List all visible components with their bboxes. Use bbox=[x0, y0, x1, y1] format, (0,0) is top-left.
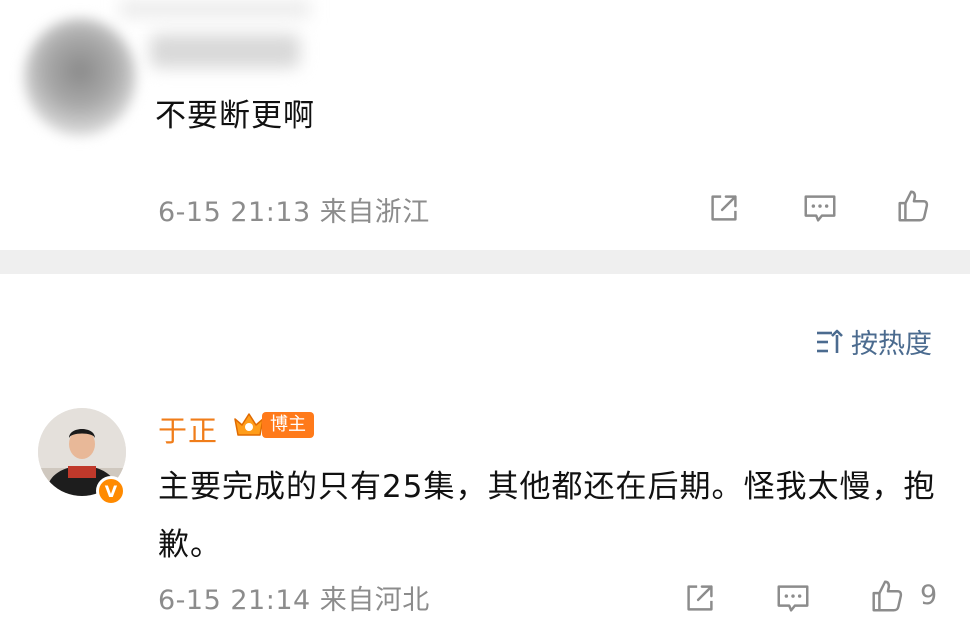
share-button[interactable] bbox=[680, 578, 720, 618]
section-divider bbox=[0, 250, 970, 274]
author-name-blurred[interactable] bbox=[150, 34, 300, 68]
badge-label: 博主 bbox=[262, 412, 314, 438]
sort-icon bbox=[817, 329, 843, 353]
comment-item: 不要断更啊 6-15 21:13 来自浙江 bbox=[0, 0, 970, 250]
sort-label: 按热度 bbox=[851, 329, 932, 360]
comment-text: 不要断更啊 bbox=[155, 98, 315, 134]
crown-icon bbox=[234, 413, 264, 436]
blogger-badge: 博主 bbox=[232, 409, 314, 441]
like-icon bbox=[872, 580, 903, 612]
avatar[interactable] bbox=[24, 18, 136, 136]
blurred-header bbox=[120, 0, 310, 18]
comment-feed: 不要断更啊 6-15 21:13 来自浙江 按热度 V 于正 博主 主要完成的只… bbox=[0, 0, 970, 633]
comment-meta: 6-15 21:13 来自浙江 bbox=[158, 197, 430, 228]
share-icon bbox=[687, 585, 713, 611]
like-icon bbox=[898, 190, 929, 222]
like-button[interactable] bbox=[867, 576, 907, 616]
comment-meta: 6-15 21:14 来自河北 bbox=[158, 585, 430, 616]
comment-text: 主要完成的只有25集，其他都还在后期。怪我太慢，抱歉。 bbox=[158, 469, 936, 563]
comment-button[interactable] bbox=[800, 188, 840, 228]
share-icon bbox=[711, 195, 737, 221]
sort-by-heat-button[interactable]: 按热度 bbox=[815, 322, 932, 361]
like-button[interactable] bbox=[893, 186, 933, 226]
like-count: 9 bbox=[920, 580, 938, 611]
comment-button[interactable] bbox=[773, 578, 813, 618]
comment-icon bbox=[804, 195, 836, 222]
share-button[interactable] bbox=[704, 188, 744, 228]
comment-icon bbox=[777, 585, 809, 612]
author-name[interactable]: 于正 bbox=[158, 408, 218, 450]
verified-v-icon: V bbox=[96, 476, 126, 506]
